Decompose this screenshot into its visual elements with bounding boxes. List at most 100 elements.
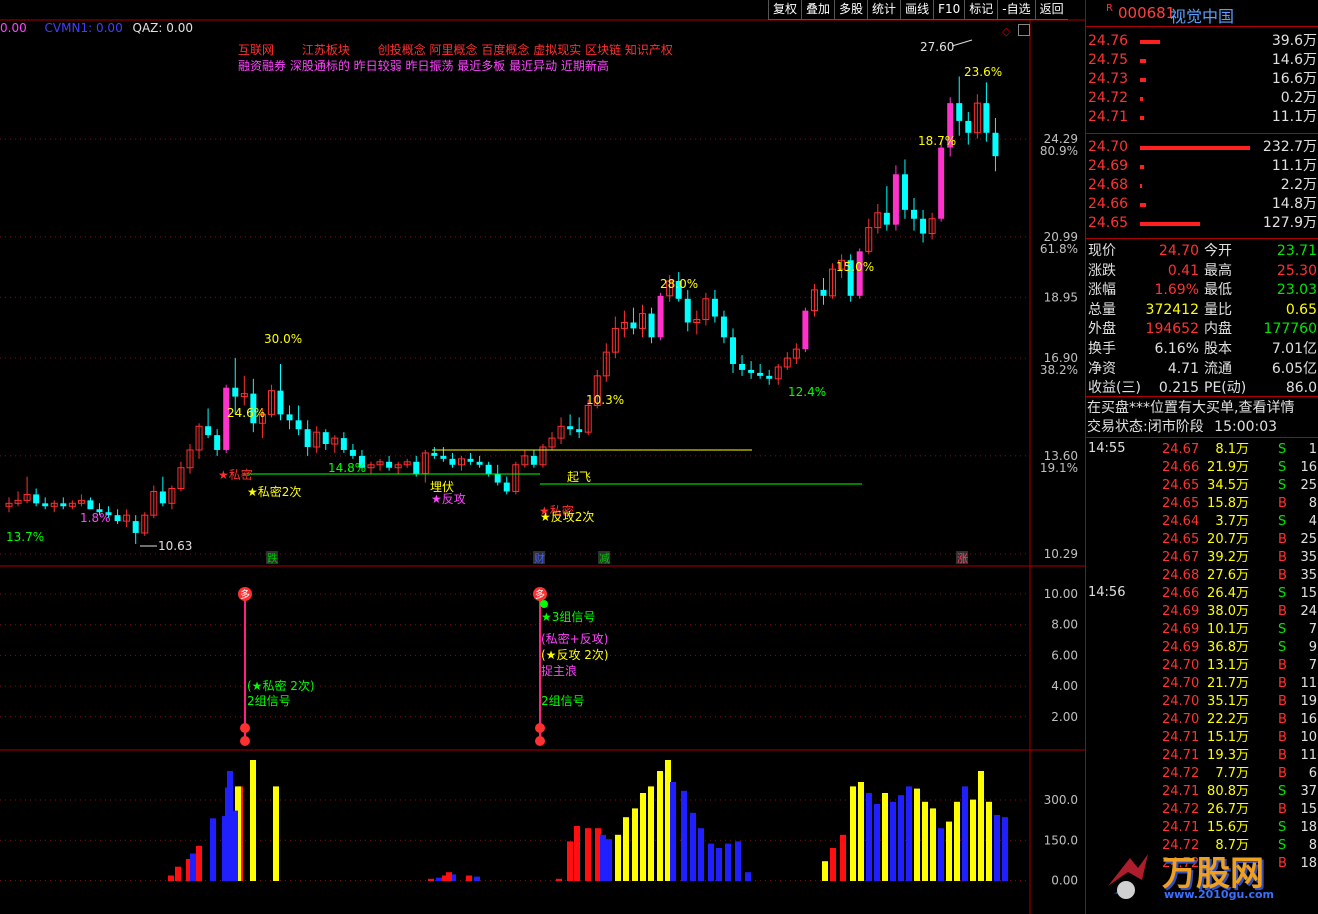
concept-tag[interactable]: 区块链 [585, 43, 621, 57]
stat-row: 净资 4.71 流通 6.05亿 [1086, 360, 1318, 379]
ask-volume-bar [1140, 116, 1144, 120]
volume-bar [994, 815, 1000, 881]
tick-volume: 15.1万 [1207, 730, 1249, 745]
stock-badge: R [1106, 3, 1113, 14]
window-toggle-icon[interactable] [1018, 24, 1030, 36]
tick-count: 25 [1300, 532, 1317, 547]
concept-tag[interactable]: 江苏板块 [302, 43, 350, 57]
candle-body [449, 458, 456, 465]
concept-tag[interactable]: 百度概念 [481, 43, 529, 57]
tick-volume: 21.7万 [1207, 676, 1249, 691]
volume-bar [906, 786, 912, 881]
kline-chart[interactable]: 24.2980.9%20.9961.8%18.9516.9038.2%13.60… [0, 0, 1085, 914]
stat-value: 177760 [1263, 321, 1317, 338]
bid-row: 24.65 127.9万 [1086, 214, 1318, 233]
candle-body [503, 482, 510, 492]
stat-value: 24.70 [1158, 243, 1199, 259]
tick-count: 8 [1308, 838, 1317, 853]
toolbar-multi-stock-button[interactable]: 多股 [834, 0, 868, 20]
tick-count: 11 [1300, 676, 1317, 691]
volume-bar [600, 834, 606, 881]
stat-row: 外盘 194652 内盘 177760 [1086, 320, 1318, 339]
tick-row: 24.72 26.7万 B 15 [1086, 800, 1318, 819]
concept-tag[interactable]: 虚拟现实 [533, 43, 581, 57]
signal-axis-label: 6.00 [1051, 648, 1078, 662]
indicator-qaz-value: 0.00 [166, 21, 193, 35]
candle-body [114, 515, 121, 522]
tick-side: B [1278, 676, 1287, 691]
toolbar-watchlist-button[interactable]: -自选 [997, 0, 1035, 20]
ask-volume-bar [1140, 40, 1160, 44]
big-order-notice[interactable]: 在买盘***位置有大买单,查看详情 [1087, 399, 1318, 418]
percent-label: 28.0% [660, 277, 698, 291]
event-marker: 财 [534, 551, 545, 565]
tick-price: 24.66 [1162, 586, 1200, 601]
toolbar-draw-button[interactable]: 画线 [900, 0, 934, 20]
watermark-logo: 万股网 www.2010gu.com [1100, 846, 1290, 906]
toolbar-f10-button[interactable]: F10 [933, 0, 965, 20]
volume-bar [657, 771, 663, 881]
candle-body [684, 298, 691, 323]
volume-bar [698, 828, 704, 881]
tick-count: 19 [1300, 694, 1317, 709]
volume-bar [623, 817, 629, 881]
candle-body [992, 132, 999, 157]
percent-label: 24.6% [227, 406, 265, 420]
tick-side: B [1278, 712, 1287, 727]
volume-bar [606, 839, 612, 881]
percent-label: 15.0% [836, 260, 874, 274]
tick-volume: 10.1万 [1207, 622, 1249, 637]
tick-price: 24.71 [1162, 784, 1200, 799]
candle-body [431, 452, 438, 456]
toolbar-overlay-button[interactable]: 叠加 [801, 0, 835, 20]
candle-body [277, 390, 284, 415]
toolbar-mark-button[interactable]: 标记 [964, 0, 998, 20]
bid-price: 24.70 [1088, 139, 1129, 155]
volume-bar [716, 848, 722, 881]
trade-status-label: 交易状态: [1087, 419, 1148, 435]
tick-count: 25 [1300, 478, 1317, 493]
volume-axis-label: 150.0 [1044, 833, 1078, 847]
volume-bar [175, 866, 181, 881]
volume-bar [574, 826, 580, 881]
concept-tag[interactable]: 创投概念 [378, 43, 426, 57]
candle-body [322, 432, 329, 445]
toolbar-fuquan-button[interactable]: 复权 [768, 0, 802, 20]
tick-row: 24.68 27.6万 B 35 [1086, 566, 1318, 585]
chart-annotation: ★私密2次 [247, 484, 301, 499]
volume-bar [725, 843, 731, 881]
diamond-icon[interactable]: ◇ [1002, 25, 1010, 38]
bid-volume-bar [1140, 146, 1250, 150]
concept-tag[interactable]: 阿里概念 [430, 43, 478, 57]
candle-body [42, 503, 49, 507]
tick-count: 9 [1308, 640, 1317, 655]
bid-price: 24.65 [1088, 215, 1129, 231]
tick-price: 24.71 [1162, 820, 1200, 835]
candle-body [956, 103, 963, 121]
bid-volume: 14.8万 [1271, 196, 1317, 212]
candle-body [730, 337, 736, 364]
candle-body [132, 521, 139, 533]
tick-count: 10 [1300, 730, 1317, 745]
tick-row: 24.65 34.5万 S 25 [1086, 476, 1318, 495]
tick-count: 6 [1308, 766, 1317, 781]
candle-body [286, 414, 293, 421]
concept-tag[interactable]: 知识产权 [625, 43, 673, 57]
bid-row: 24.66 14.8万 [1086, 195, 1318, 214]
signal-text: 2组信号 [541, 694, 585, 708]
signal-axis-label: 2.00 [1051, 710, 1078, 724]
ask-volume: 14.6万 [1271, 52, 1317, 68]
tick-count: 37 [1300, 784, 1317, 799]
tick-side: B [1278, 532, 1287, 547]
stat-value: 372412 [1145, 301, 1199, 318]
toolbar-stats-button[interactable]: 统计 [867, 0, 901, 20]
volume-bar [168, 875, 174, 881]
volume-bar [681, 790, 687, 881]
tick-row: 24.70 22.2万 B 16 [1086, 710, 1318, 729]
tick-price: 24.69 [1162, 640, 1200, 655]
price-axis-pct: 19.1% [1040, 461, 1078, 475]
tick-volume: 22.2万 [1207, 712, 1249, 727]
concept-tag[interactable]: 互联网 [238, 43, 274, 57]
tick-price: 24.71 [1162, 748, 1200, 763]
toolbar-back-button[interactable]: 返回 [1034, 0, 1068, 20]
